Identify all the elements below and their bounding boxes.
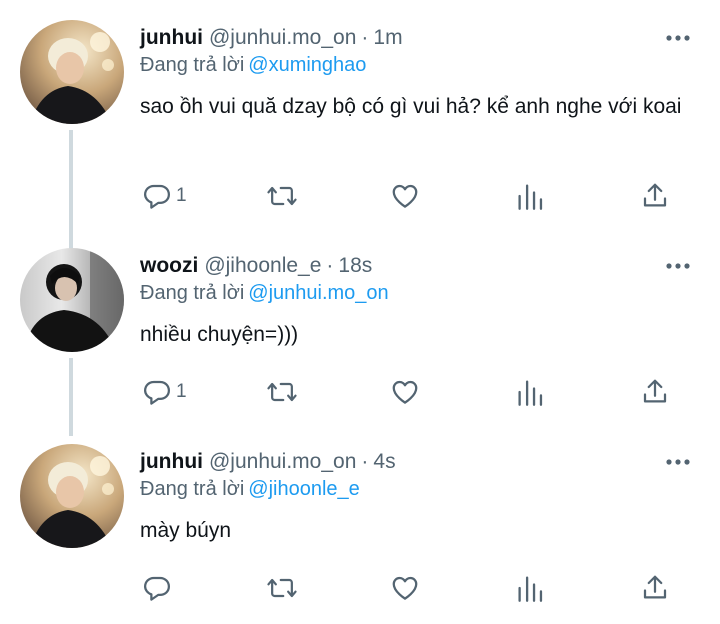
action-bar (0, 568, 720, 608)
reply-icon (144, 576, 170, 601)
tweet[interactable]: junhui @junhui.mo_on · 4s Đang trả lời @j… (0, 444, 720, 614)
retweet-icon (267, 186, 297, 206)
reply-icon (144, 380, 170, 405)
avatar[interactable] (20, 248, 124, 352)
separator-dot: · (361, 26, 369, 49)
more-options-button[interactable] (660, 254, 696, 278)
retweet-icon (267, 382, 297, 402)
more-icon (666, 459, 690, 465)
analytics-button[interactable] (516, 176, 544, 216)
tweet[interactable]: junhui @junhui.mo_on · 1m Đang trả lời @x… (0, 20, 720, 250)
replying-to: Đang trả lời @xuminghao (140, 54, 366, 77)
retweet-icon (267, 578, 297, 598)
analytics-icon (518, 576, 543, 602)
reply-button[interactable]: 1 (142, 176, 187, 216)
like-button[interactable] (390, 568, 420, 608)
replying-to: Đang trả lời @junhui.mo_on (140, 282, 389, 305)
like-button[interactable] (390, 372, 420, 412)
more-icon (666, 35, 690, 41)
tweet-text: nhiều chuyện=))) (140, 323, 299, 346)
tweet-header: woozi @jihoonle_e · 18s (140, 248, 372, 284)
more-options-button[interactable] (660, 26, 696, 50)
analytics-button[interactable] (516, 568, 544, 608)
display-name[interactable]: junhui (140, 26, 203, 50)
retweet-button[interactable] (266, 568, 298, 608)
share-button[interactable] (640, 568, 670, 608)
tweet-text: sao ồh vui quă dzay bộ có gì vui hả? kể … (140, 95, 682, 118)
mention-link[interactable]: @jihoonle_e (248, 478, 360, 500)
replying-to: Đang trả lời @jihoonle_e (140, 478, 360, 501)
replying-label: Đang trả lời (140, 54, 245, 76)
like-button[interactable] (390, 176, 420, 216)
tweet-header: junhui @junhui.mo_on · 1m (140, 20, 403, 56)
replying-label: Đang trả lời (140, 478, 245, 500)
separator-dot: · (361, 450, 369, 473)
display-name[interactable]: junhui (140, 450, 203, 474)
reply-thread: junhui @junhui.mo_on · 1m Đang trả lời @x… (0, 0, 720, 624)
like-icon (392, 184, 418, 208)
replying-label: Đang trả lời (140, 282, 245, 304)
separator-dot: · (326, 254, 334, 277)
timestamp[interactable]: 1m (373, 26, 402, 50)
mention-link[interactable]: @junhui.mo_on (248, 282, 388, 304)
user-handle[interactable]: @junhui.mo_on (209, 450, 356, 474)
timestamp[interactable]: 4s (373, 450, 395, 474)
tweet-header: junhui @junhui.mo_on · 4s (140, 444, 396, 480)
share-icon (643, 183, 667, 207)
reply-count: 1 (176, 185, 187, 206)
mention-link[interactable]: @xuminghao (248, 54, 366, 76)
reply-icon (144, 184, 170, 209)
reply-button[interactable]: 1 (142, 372, 187, 412)
user-handle[interactable]: @jihoonle_e (204, 254, 321, 278)
retweet-button[interactable] (266, 372, 298, 412)
display-name[interactable]: woozi (140, 254, 198, 278)
share-icon (643, 575, 667, 599)
retweet-button[interactable] (266, 176, 298, 216)
avatar[interactable] (20, 444, 124, 548)
like-icon (392, 380, 418, 404)
like-icon (392, 576, 418, 600)
reply-button[interactable] (142, 568, 176, 608)
analytics-icon (518, 380, 543, 406)
analytics-icon (518, 184, 543, 210)
more-options-button[interactable] (660, 450, 696, 474)
user-handle[interactable]: @junhui.mo_on (209, 26, 356, 50)
share-icon (643, 379, 667, 403)
more-icon (666, 263, 690, 269)
share-button[interactable] (640, 176, 670, 216)
action-bar: 1 (0, 176, 720, 216)
reply-count: 1 (176, 381, 187, 402)
timestamp[interactable]: 18s (338, 254, 372, 278)
analytics-button[interactable] (516, 372, 544, 412)
tweet-text: mày búyn (140, 519, 232, 542)
tweet[interactable]: woozi @jihoonle_e · 18s Đang trả lời @jun… (0, 248, 720, 436)
action-bar: 1 (0, 372, 720, 412)
share-button[interactable] (640, 372, 670, 412)
avatar[interactable] (20, 20, 124, 124)
